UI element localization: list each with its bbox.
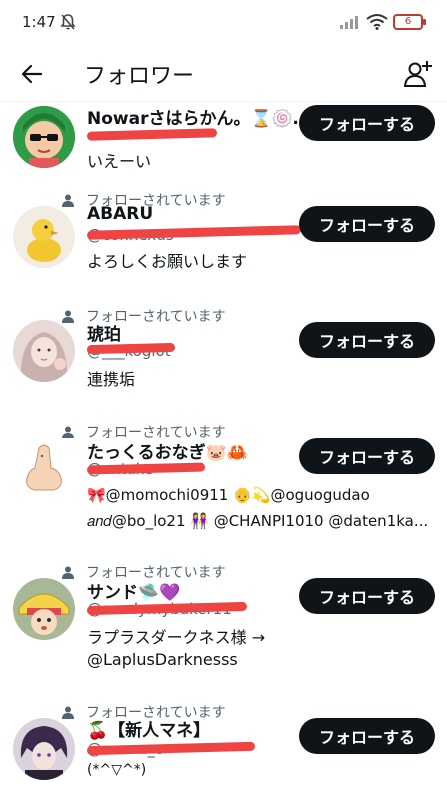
follower-row[interactable]: フォローされています 🍒【新人マネ】 @marru_o (*^▽^*) フォロー… [0, 702, 447, 800]
avatar[interactable] [13, 578, 75, 640]
avatar[interactable] [13, 438, 75, 500]
follower-list: Nowarさはらかん。⌛🍥… いえーい フォローする フォローされています AB… [0, 102, 447, 800]
battery-indicator: 6 [393, 14, 426, 30]
avatar[interactable] [13, 106, 75, 168]
follower-row[interactable]: Nowarさはらかん。⌛🍥… いえーい フォローする [0, 102, 447, 190]
arrow-left-icon [21, 64, 43, 84]
avatar[interactable] [13, 718, 75, 780]
follower-bio: (*^▽^*) [87, 762, 147, 778]
follow-button[interactable]: フォローする [299, 206, 435, 242]
follow-button[interactable]: フォローする [299, 105, 435, 141]
redaction-mark [86, 128, 218, 141]
add-user-icon [403, 61, 432, 87]
follower-bio-line1: 🎀@momochi0911 👴💫@oguogudao [87, 486, 370, 504]
wifi-icon [366, 14, 388, 30]
follower-row[interactable]: フォローされています ABARU @connexus よろしくお願いします フォ… [0, 190, 447, 306]
person-icon [62, 194, 74, 207]
follower-bio-line2: @LaplusDarknesss [87, 650, 238, 669]
signal-icon [340, 16, 358, 29]
follow-button[interactable]: フォローする [299, 578, 435, 614]
follower-row[interactable]: フォローされています サンド🛸💜 @sandymybaker11 ラプラスダーク… [0, 562, 447, 702]
back-button[interactable] [14, 56, 50, 92]
follower-bio-line2: 𝑎𝑛𝑑@bo_lo21 👭 @CHANPI1010 @daten1ka... [87, 512, 429, 530]
follower-name: ABARU [87, 204, 154, 224]
bell-muted-icon [60, 14, 76, 30]
app-header: フォロワー [0, 44, 447, 102]
status-time: 1:47 [22, 13, 56, 31]
person-icon [62, 310, 74, 323]
follower-name: Nowarさはらかん。⌛🍥… [87, 109, 310, 129]
follower-row[interactable]: フォローされています たっくるおなぎ🐷🦀 @ontake 🎀@momochi09… [0, 422, 447, 562]
follower-row[interactable]: フォローされています 琥珀 @___kogiot 連携垢 フォローする [0, 306, 447, 422]
follower-bio-line1: ラプラスダークネス様 → [87, 628, 266, 647]
page-title: フォロワー [84, 64, 195, 89]
redaction-mark [86, 462, 206, 475]
follow-button[interactable]: フォローする [299, 322, 435, 358]
avatar[interactable] [13, 206, 75, 268]
follow-button[interactable]: フォローする [299, 438, 435, 474]
follower-bio: 連携垢 [87, 370, 136, 389]
person-icon [62, 426, 74, 439]
status-bar: 1:47 6 [0, 0, 447, 44]
follow-button[interactable]: フォローする [299, 718, 435, 754]
person-icon [62, 566, 74, 579]
avatar[interactable] [13, 320, 75, 382]
follower-name: 🍒【新人マネ】 [87, 721, 211, 741]
add-user-button[interactable] [400, 56, 436, 92]
follower-bio: よろしくお願いします [87, 252, 248, 271]
person-icon [62, 706, 74, 719]
follower-bio: いえーい [87, 152, 152, 171]
